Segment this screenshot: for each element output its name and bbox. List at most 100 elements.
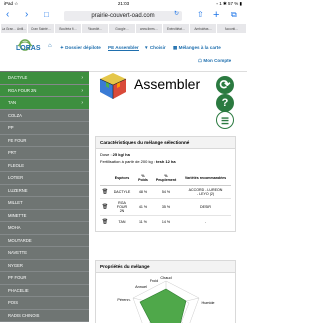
table-row: 🗑 DACTYLE 48 % 54 % ACCORD - LUREON - LE… [100, 185, 231, 198]
menu-choisir[interactable]: ▼ Choisir [144, 45, 166, 50]
trash-icon[interactable]: 🗑 [102, 189, 108, 195]
site-header: LORAS ⌂ ✦ Dossier dépilote PE Assembler … [0, 33, 247, 72]
sidebar-item[interactable]: MOHA [0, 222, 89, 235]
dose-line: Dose : 25 kg/ ha [100, 152, 130, 157]
sidebar-item-label: PF FOUR [8, 275, 27, 280]
sidebar-item-label: FE FOUR [8, 137, 27, 143]
radar-axis-label: Annuel [135, 285, 147, 289]
bookmark-item[interactable]: Google… [109, 24, 135, 33]
sidebar-item[interactable]: DACTYLE › [0, 72, 89, 85]
table-row: 🗑 RGA FOUR 2N 41 % 35 % DESIR [100, 198, 231, 215]
share-icon[interactable]: ⇧ [197, 10, 204, 20]
sidebar-item-label: PP [8, 125, 14, 130]
sidebar-item-label: MOUTARDE [8, 237, 32, 243]
help-icon: ? [221, 97, 229, 109]
sidebar-item-label: COLZA [8, 112, 22, 118]
forward-icon[interactable]: › [25, 10, 28, 20]
refresh-button[interactable]: ⟳ [216, 76, 234, 94]
radar-axis-label: Froid [150, 279, 158, 283]
bookmark-item[interactable]: La Gran… Antil… [1, 24, 27, 33]
sidebar-item[interactable]: MOUTARDE [0, 235, 89, 247]
rubiks-cube-icon [99, 73, 127, 99]
home-icon[interactable]: ⌂ [48, 43, 52, 49]
account-link[interactable]: ☖ Mon Compte [198, 58, 231, 64]
sidebar-item-label: PHACELIE [8, 287, 29, 293]
sidebar-item[interactable]: PF FOUR [0, 272, 89, 285]
back-icon[interactable]: ‹ [6, 10, 9, 20]
menu-melanges[interactable]: ▦ Mélanges à la carte [173, 45, 221, 51]
sidebar-item[interactable]: MINETTE [0, 210, 89, 222]
sidebar-item[interactable]: MILLET [0, 197, 89, 210]
address-bar[interactable]: prairie-couvert-oad.com [64, 11, 182, 21]
sidebar-item[interactable]: PP [0, 122, 89, 135]
radar-axis-label: Chaud [160, 276, 171, 280]
sidebar-item[interactable]: LUZERNE [0, 185, 89, 197]
menu-dossier[interactable]: ✦ Dossier dépilote [60, 45, 101, 51]
sidebar-item-label: RGA FOUR 2N [8, 87, 37, 93]
page-title: Assembler [134, 76, 201, 92]
list-button[interactable]: ☰ [216, 111, 234, 129]
bookmark-item[interactable]: Cran Sainté… [28, 24, 54, 33]
trash-icon[interactable]: 🗑 [102, 219, 108, 225]
sidebar-item-label: MINETTE [8, 212, 27, 218]
refresh-icon: ⟳ [219, 77, 231, 92]
sidebar-item[interactable]: FLEOLE [0, 160, 89, 172]
radar-axis-label: Humide [201, 301, 214, 305]
chevron-right-icon: › [81, 75, 83, 81]
sidebar-item[interactable]: NAVETTE [0, 247, 89, 260]
reload-icon[interactable]: ↻ [174, 10, 179, 17]
sidebar-item[interactable]: FE FOUR [0, 135, 89, 147]
properties-panel: Propriétés du mélange Chaud Froid Humide… [95, 260, 236, 323]
sidebar-item-label: MOHA [8, 225, 21, 230]
characteristics-panel: Caractéristiques du mélange sélectionné … [95, 136, 236, 232]
chevron-right-icon: › [81, 87, 83, 94]
sidebar-item-label: POIS [8, 300, 19, 305]
sidebar-item-label: FLEOLE [8, 162, 25, 168]
logo-text: LORAS [16, 45, 41, 52]
browser-toolbar: ‹ › □ prairie-couvert-oad.com ↻ ⇧ + ⧉ [0, 8, 247, 24]
tabs-icon[interactable]: ⧉ [231, 10, 237, 20]
sidebar-item[interactable]: LOTIER [0, 172, 89, 185]
sidebar-item[interactable]: PHACELIE [0, 285, 89, 297]
table-header: Espèces % Poids % Peuplement Variétés re… [100, 171, 231, 185]
sidebar-item-label: TAN [8, 100, 17, 105]
properties-radar-chart: Chaud Froid Humide Pérenn. Annuel [117, 276, 215, 323]
sidebar-item-label: RADIS CHINOIS [8, 312, 40, 318]
bookmark-item[interactable]: www.tbres… [136, 24, 162, 33]
sidebar-item-label: PRT [8, 150, 17, 155]
book-icon[interactable]: □ [44, 10, 49, 20]
sidebar-item-label: LUZERNE [8, 187, 28, 193]
panel-title: Propriétés du mélange [96, 261, 235, 273]
trash-icon[interactable]: 🗑 [102, 204, 108, 210]
sidebar-item[interactable]: TAN › [0, 97, 89, 110]
sidebar-item[interactable]: RGA FOUR 2N › [0, 84, 89, 97]
sidebar-item[interactable]: RADIS CHINOIS [0, 310, 89, 322]
bookmark-item[interactable]: Ricardié… [82, 24, 108, 33]
new-tab-icon[interactable]: + [213, 10, 219, 21]
sidebar-item-label: NAVETTE [8, 250, 28, 255]
chevron-right-icon: › [81, 100, 83, 106]
table-row: 🗑 TAN 11 % 14 % - [101, 218, 207, 225]
species-sidebar: DACTYLE › RGA FOUR 2N › TAN › COLZA PP FE FOUR PR… [0, 71, 89, 322]
bookmark-item[interactable]: Acconti… [217, 24, 246, 33]
sidebar-item[interactable]: POIS [0, 297, 89, 310]
list-icon: ☰ [220, 116, 230, 126]
sidebar-item[interactable]: PRT [0, 147, 89, 160]
sidebar-item[interactable]: COLZA [0, 110, 89, 122]
sidebar-item-label: NYGER [8, 262, 23, 268]
clock-text: 21:03 [117, 1, 130, 6]
help-button[interactable]: ? [216, 94, 234, 112]
panel-title: Caractéristiques du mélange sélectionné [96, 137, 235, 149]
bookmark-item[interactable]: Ambuléas… [190, 24, 216, 33]
sidebar-item-label: DACTYLE [8, 75, 28, 80]
sidebar-item[interactable]: NYGER [0, 260, 89, 272]
radar-axis-label: Pérenn. [117, 298, 130, 302]
menu-assembler[interactable]: PE Assembler [108, 45, 139, 51]
url-text: prairie-couvert-oad.com [91, 13, 155, 19]
bookmark-item[interactable]: Boulééa fi… [55, 24, 81, 33]
status-bar: iPad ☆ 21:03 ▫ 1 ✱ 57 % ▮ [0, 0, 247, 8]
bookmark-item[interactable]: Exércitiéat… [163, 24, 189, 33]
sidebar-item-label: LOTIER [8, 175, 24, 180]
species-table: Espèces % Poids % Peuplement Variétés re… [100, 171, 231, 228]
bookmarks-bar: La Gran… Antil… Cran Sainté… Boulééa fi…… [0, 24, 247, 33]
